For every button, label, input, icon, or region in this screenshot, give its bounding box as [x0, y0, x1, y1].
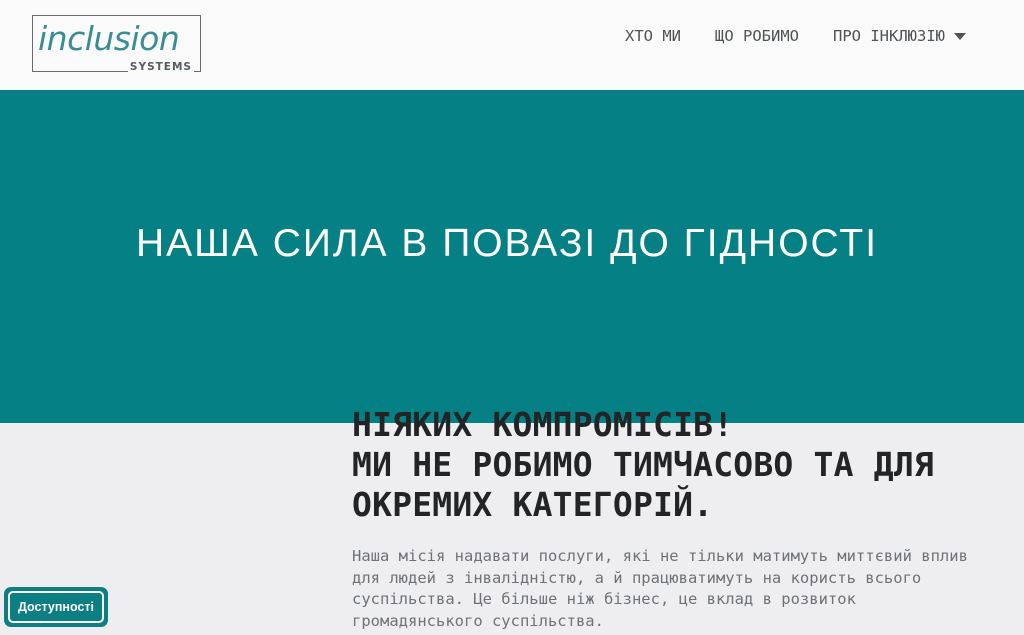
inclusion-systems-logo[interactable]: inclusion SYSTEMS — [32, 15, 202, 73]
nav-item-what-we-do[interactable]: ЩО РОБИМО — [715, 26, 799, 46]
nav-item-label: ПРО ІНКЛЮЗІЮ — [833, 27, 945, 45]
mission-section: НІЯКИХ КОМПРОМІСІВ! МИ НЕ РОБИМО ТИМЧАСО… — [352, 405, 992, 632]
mission-paragraph: Наша місія надавати послуги, які не тіль… — [352, 547, 968, 630]
main-nav: ХТО МИ ЩО РОБИМО ПРО ІНКЛЮЗІЮ — [625, 26, 966, 46]
site-header: inclusion SYSTEMS ХТО МИ ЩО РОБИМО ПРО І… — [0, 0, 1024, 90]
hero-banner: НАША СИЛА В ПОВАЗІ ДО ГІДНОСТІ — [0, 90, 1024, 423]
logo-subtitle: SYSTEMS — [127, 61, 194, 73]
hero-title: НАША СИЛА В ПОВАЗІ ДО ГІДНОСТІ — [135, 222, 879, 265]
nav-item-about-inclusion[interactable]: ПРО ІНКЛЮЗІЮ — [833, 26, 966, 46]
mission-heading-line2: МИ НЕ РОБИМО ТИМЧАСОВО ТА ДЛЯ ОКРЕМИХ КА… — [352, 445, 934, 524]
logo-wordmark: inclusion — [38, 19, 182, 59]
nav-item-label: ХТО МИ — [625, 27, 682, 45]
accessibility-button-label: Доступності — [18, 600, 94, 614]
nav-item-label: ЩО РОБИМО — [715, 27, 800, 45]
mission-heading: НІЯКИХ КОМПРОМІСІВ! МИ НЕ РОБИМО ТИМЧАСО… — [352, 405, 992, 525]
accessibility-button[interactable]: Доступності — [4, 587, 108, 627]
caret-down-icon — [954, 32, 966, 40]
accessibility-button-frame: Доступності — [8, 591, 104, 623]
mission-heading-line1: НІЯКИХ КОМПРОМІСІВ! — [352, 405, 734, 444]
nav-item-who-we-are[interactable]: ХТО МИ — [625, 26, 681, 46]
